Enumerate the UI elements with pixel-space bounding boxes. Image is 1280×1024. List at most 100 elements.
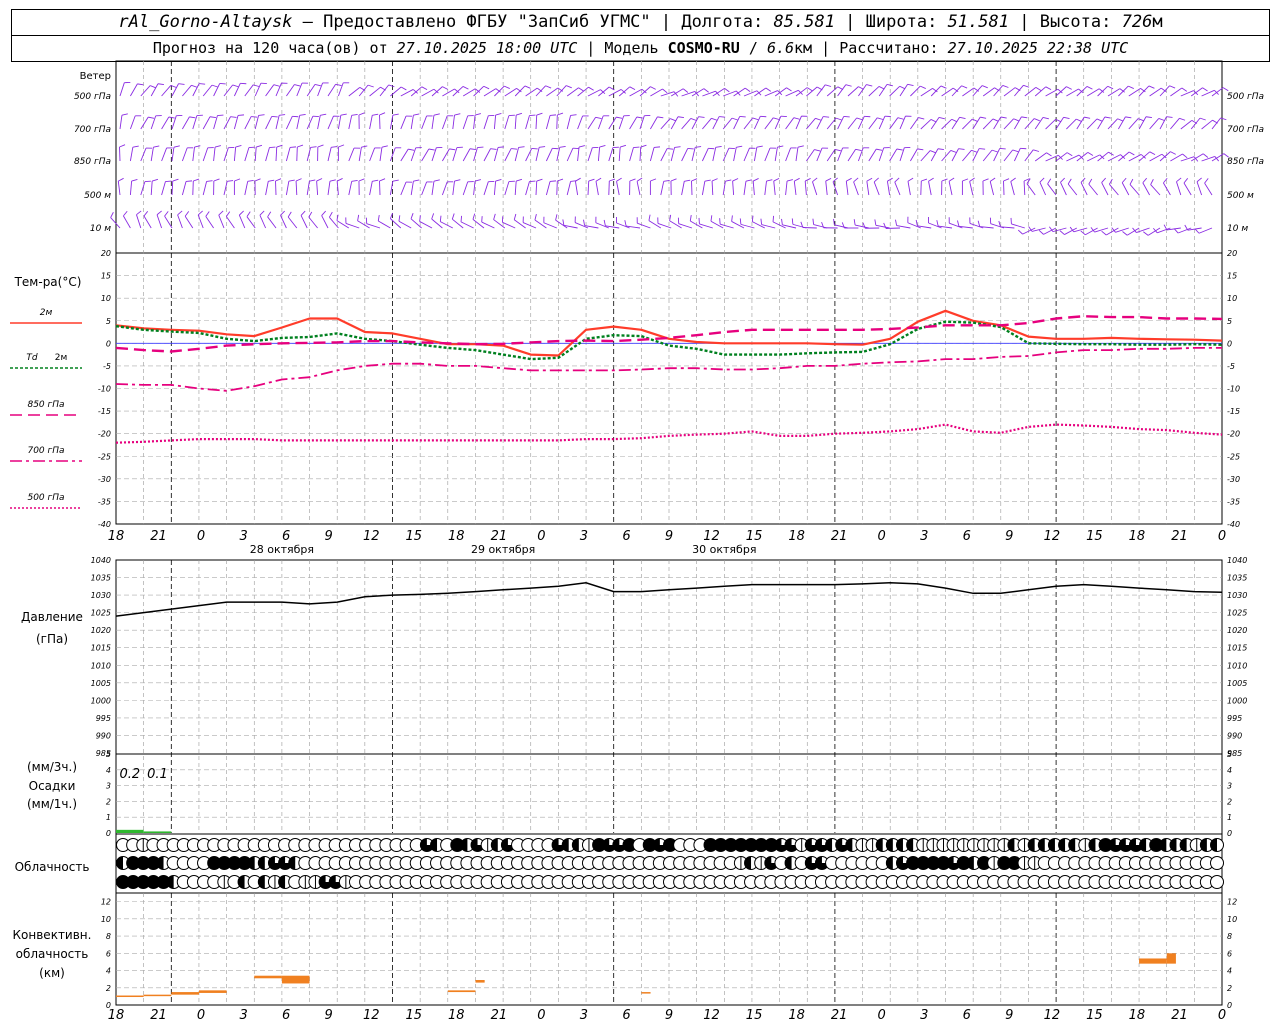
wind-barb-flag: [340, 113, 347, 116]
wind-barb-flag: [843, 115, 850, 118]
temp-tick-right: 0: [1227, 339, 1232, 348]
wind-barb-flag: [578, 145, 585, 148]
wind-barb: [853, 181, 859, 196]
wind-barb: [259, 215, 267, 229]
wind-barb: [774, 116, 782, 130]
wind-barb-flag: [157, 83, 164, 86]
time-tick-label-bottom: 0: [197, 1008, 205, 1023]
wind-barb: [1076, 152, 1089, 162]
wind-barb: [816, 116, 824, 130]
wind-barb: [296, 115, 301, 130]
time-tick-label: 6: [282, 529, 290, 544]
time-tick-label-bottom: 6: [282, 1008, 290, 1023]
wind-barb: [1045, 118, 1056, 130]
wind-barb-flag: [1107, 85, 1114, 90]
wind-barb: [1163, 182, 1171, 196]
wind-barb-flag: [845, 84, 852, 87]
wind-barb: [858, 84, 867, 97]
wind-barb: [1177, 227, 1192, 234]
wind-barb-flag: [516, 112, 523, 116]
wind-barb-flag: [199, 83, 206, 85]
wind-barb: [379, 84, 389, 97]
wind-barb: [1067, 183, 1078, 196]
precip-tick-left: 3: [106, 782, 111, 791]
wind-barb-flag: [588, 86, 594, 91]
wind-barb-flag: [549, 114, 557, 116]
wind-barb-flag: [745, 179, 752, 182]
conv-tick-left: 10: [101, 915, 111, 924]
precip-bar: [143, 831, 172, 833]
wind-barb-flag: [308, 211, 313, 218]
wind-barb-flag: [474, 179, 481, 182]
time-tick-label: 18: [108, 529, 125, 544]
temp-tick-left: -5: [103, 362, 111, 371]
wind-barb-flag: [433, 179, 440, 182]
wind-barb: [1150, 184, 1161, 196]
wind-barb: [213, 147, 216, 162]
wind-barb: [1129, 184, 1140, 196]
pressure-tick-left: 1015: [91, 644, 111, 653]
wind-barb: [597, 147, 601, 162]
temp-tick-left: -10: [98, 385, 111, 394]
wind-barb: [285, 116, 293, 130]
cloud-symbol: [1210, 838, 1224, 852]
temp-tick-right: 5: [1227, 317, 1232, 326]
wind-barb-flag: [413, 113, 420, 116]
date-label: 28 октября: [250, 543, 314, 556]
conv-bar: [475, 980, 485, 983]
wind-barb-flag: [251, 116, 258, 118]
wind-barb-flag: [773, 117, 780, 120]
wind-barb: [907, 222, 921, 229]
wind-barb-flag: [1080, 230, 1086, 236]
conv-tick-right: 4: [1227, 967, 1232, 976]
wind-barb: [1055, 152, 1068, 162]
wind-barb: [192, 147, 195, 162]
wind-barb: [254, 147, 257, 162]
wind-barb-flag: [295, 178, 302, 182]
wind-barb-flag: [814, 149, 821, 152]
wind-barb-flag: [1017, 229, 1023, 235]
wind-barb: [265, 116, 273, 130]
wind-barb: [327, 115, 334, 130]
wind-barb-flag: [1173, 228, 1179, 234]
wind-barb: [442, 88, 455, 97]
wind-barb: [440, 221, 454, 229]
time-tick-label: 0: [1218, 529, 1226, 544]
wind-barb: [951, 117, 961, 130]
wind-barb: [337, 115, 342, 130]
wind-barb: [244, 147, 250, 162]
wind-barb: [949, 222, 963, 229]
wind-barb-flag: [876, 148, 883, 151]
wind-barb-flag: [731, 117, 738, 121]
wind-barb-flag: [794, 177, 800, 182]
meteogram-chart: 500 гПа 500 гПа 700 гПа 700 гПа 850 гПа 850 г…: [10, 60, 1264, 1023]
wind-barb-flag: [624, 220, 627, 227]
wind-barb-flag: [173, 145, 180, 148]
wind-barb-flag: [897, 117, 904, 120]
pressure-tick-right: 1030: [1227, 591, 1247, 600]
wind-barb-flag: [1000, 116, 1007, 119]
wind-barb-flag: [877, 117, 884, 120]
wind-barb-flag: [834, 148, 841, 152]
pressure-tick-left: 1025: [91, 609, 111, 618]
wind-barb-flag: [711, 117, 718, 121]
wind-barb-flag: [711, 178, 718, 182]
wind-barb: [140, 116, 149, 130]
wind-barb-flag: [1145, 116, 1152, 119]
wind-barb-flag: [338, 144, 345, 148]
wind-barb-flag: [275, 178, 282, 182]
conv-bar: [171, 992, 199, 995]
wind-barb-flag: [490, 148, 497, 150]
wind-barb: [306, 116, 314, 130]
wind-barb: [358, 147, 362, 162]
time-tick-label-bottom: 6: [963, 1008, 971, 1023]
conv-axis-label-1: Конвективн.: [13, 928, 92, 942]
wind-barb: [535, 114, 538, 130]
wind-barb: [993, 85, 1004, 97]
wind-barb: [223, 147, 229, 162]
wind-barb-flag: [682, 88, 689, 93]
wind-barb: [452, 86, 464, 97]
wind-barb: [1097, 116, 1106, 130]
wind-barb-flag: [357, 214, 360, 221]
wind-barb: [948, 181, 953, 196]
